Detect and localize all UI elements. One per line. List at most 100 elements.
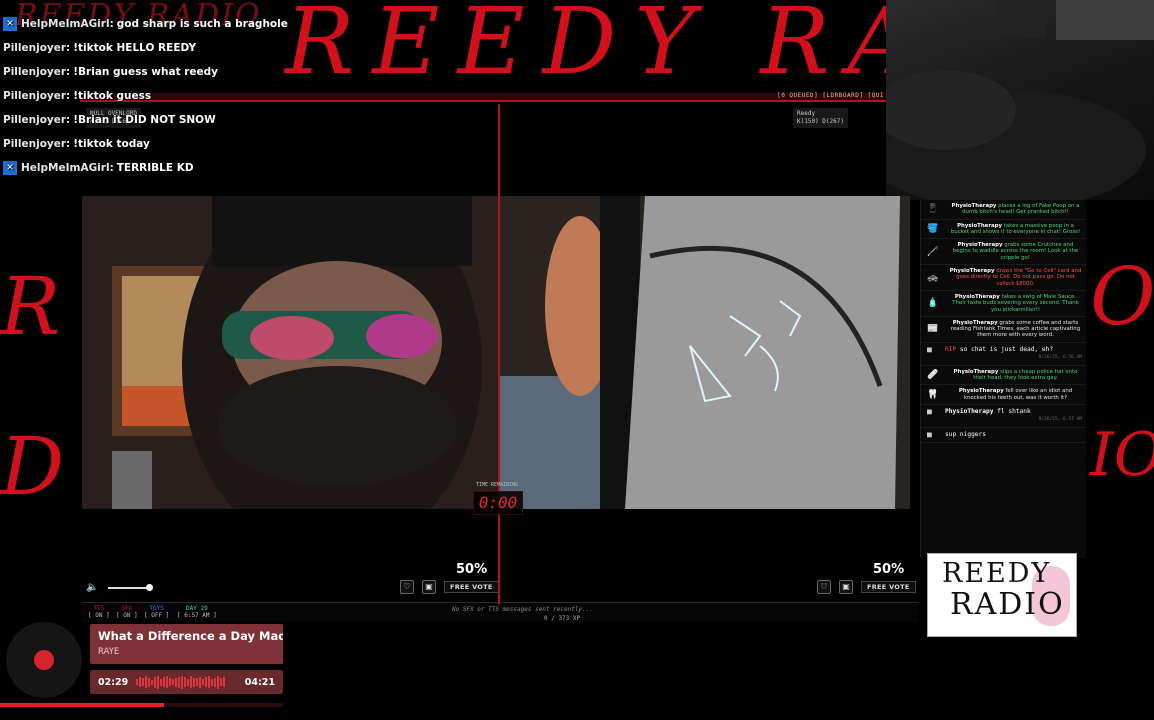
heart-icon[interactable]: ♡: [817, 580, 831, 594]
waveform-bar: [205, 677, 207, 687]
left-vote-percent: 50%: [456, 562, 488, 577]
lock-icon[interactable]: ▣: [839, 580, 853, 594]
waveform-bar: [193, 677, 195, 687]
chat-nick: Pillenjoyer:: [3, 90, 71, 102]
waveform-bar: [196, 678, 198, 686]
feed-user: PhysioTherapy: [953, 368, 999, 375]
feed-action-text: PhysioTherapy places a log of Fake Poop …: [952, 203, 1080, 215]
volume-slider[interactable]: [108, 583, 154, 591]
waveform-bar: [142, 678, 144, 686]
chat-message: ✕ HelpMeImAGirl: TERRIBLE KD: [0, 156, 400, 180]
status-toggle-day-29[interactable]: DAY 29[ 6:57 AM ]: [177, 605, 217, 619]
chat-message: Pillenjoyer: !Brian guess what reedy: [0, 60, 400, 84]
platform-badge-icon: ✕: [3, 17, 17, 31]
waveform-bar: [223, 677, 225, 687]
status-state: [ OFF ]: [144, 612, 170, 619]
feed-user: PhysioTherapy: [954, 293, 1000, 300]
background-scrawl-letter: D: [0, 420, 65, 513]
status-name: SFX: [121, 605, 133, 612]
feed-action: 🩹 PhysioTherapy slips a cheap police hat …: [921, 366, 1086, 386]
item-icon: 🪣: [927, 223, 939, 234]
waveform-bar: [220, 678, 222, 686]
timer-label: TIME REMAINING: [476, 482, 519, 488]
waveform-bar: [145, 676, 147, 688]
left-camera-scene: [82, 196, 498, 509]
song-duration: 04:21: [244, 677, 275, 688]
background-scrawl-letter: R: [0, 260, 61, 353]
chat-message: ✕ HelpMeImAGirl: god sharp is such a bragh…: [0, 12, 400, 36]
feed-action: 📰 PhysioTherapy grabs some coffee and sta…: [921, 317, 1086, 343]
item-icon: 📱: [927, 204, 939, 215]
feed-chat-text: sup niggers: [945, 430, 986, 438]
volume-slider-knob[interactable]: [146, 583, 154, 591]
waveform-bar: [160, 678, 162, 686]
status-state: [ 6:57 AM ]: [177, 612, 217, 619]
speaker-icon[interactable]: 🔈: [86, 582, 98, 593]
volume-control[interactable]: 🔈: [86, 582, 154, 593]
xp-progress: 0 / 373 XP: [544, 615, 581, 622]
feed-user: PhysioTherapy: [958, 388, 1004, 395]
streamer-webcam: [886, 0, 1154, 200]
waveform-bar: [199, 676, 201, 688]
feed-action: 🪣 PhysioTherapy takes a massive poop in a…: [921, 220, 1086, 240]
status-toggle-sfx[interactable]: SFX[ ON ]: [116, 605, 138, 619]
user-icon: ■: [927, 406, 932, 416]
feed-user: PhysioTherapy: [957, 242, 1003, 249]
waveform-bar: [181, 675, 183, 689]
song-artist: RAYE: [98, 647, 120, 657]
user-icon: ■: [927, 429, 932, 439]
album-art: [6, 622, 82, 698]
song-progress-bar[interactable]: [0, 703, 283, 707]
waveform-bar: [166, 676, 168, 688]
item-icon: 🩹: [927, 370, 939, 381]
feed-action-text: PhysioTherapy fell over like an idiot an…: [959, 388, 1072, 400]
waveform-bar: [178, 676, 180, 688]
feed-user: PhysioTherapy: [952, 319, 998, 326]
feed-action-text: PhysioTherapy slips a cheap police hat o…: [954, 369, 1078, 381]
chat-nick: Pillenjoyer:: [3, 42, 71, 54]
chat-text: !Brian it DID NOT SNOW: [73, 114, 216, 126]
feed-user: PhysioTherapy: [957, 222, 1002, 229]
status-toggle-tts[interactable]: TTS[ ON ]: [88, 605, 110, 619]
status-toggle-toys[interactable]: TOYS[ OFF ]: [144, 605, 169, 619]
waveform-bar: [163, 677, 165, 687]
chat-text: !tiktok today: [73, 138, 150, 150]
user-icon: ■: [927, 344, 932, 354]
logo-line-1: REEDY: [942, 558, 1052, 589]
right-camera-feed: [500, 196, 910, 509]
heart-icon[interactable]: ♡: [400, 580, 414, 594]
logo-line-2: RADIO: [950, 587, 1065, 622]
feed-action: 🧴 PhysioTherapy takes a swig of Male Sauc…: [921, 291, 1086, 317]
right-player-tag: Reedy K(150) D(267): [793, 108, 848, 128]
waveform-bar: [148, 677, 150, 687]
status-message: No SFX or TTS messages sent recently...: [452, 606, 593, 613]
status-name: DAY 29: [186, 605, 208, 612]
left-free-vote-button[interactable]: FREE VOTE: [444, 581, 499, 593]
status-name: TOYS: [149, 605, 164, 612]
waveform-bar: [139, 677, 141, 687]
waveform-bar: [172, 679, 174, 685]
feed-action-text: PhysioTherapy takes a swig of Male Sauce…: [952, 294, 1079, 313]
queue-leaderboard-links[interactable]: [0 QUEUED] [LDRBOARD] [QUI: [777, 92, 884, 99]
feed-chat-nick: PhysioTherapy: [945, 407, 994, 415]
waveform-bar: [190, 676, 192, 688]
waveform-bar: [214, 677, 216, 687]
waveform-bar: [184, 677, 186, 687]
feed-chat-message: ■ RIP so chat is just dead, eh? 9/26/25, 6…: [921, 343, 1086, 366]
right-free-vote-button[interactable]: FREE VOTE: [861, 581, 916, 593]
chat-text: !tiktok guess: [73, 90, 152, 102]
chat-message: Pillenjoyer: !tiktok today: [0, 132, 400, 156]
status-name: TTS: [93, 605, 105, 612]
feed-action-text: PhysioTherapy grabs some Crutches and be…: [953, 242, 1079, 261]
waveform[interactable]: [136, 675, 236, 689]
webcam-scene: [886, 0, 1154, 200]
right-vote-controls: ♡ ▣ FREE VOTE: [817, 580, 916, 594]
chat-message: Pillenjoyer: !tiktok guess: [0, 84, 400, 108]
song-title: What a Difference a Day Made: [98, 629, 283, 643]
lock-icon[interactable]: ▣: [422, 580, 436, 594]
waveform-bar: [202, 679, 204, 685]
chat-text: TERRIBLE KD: [116, 162, 194, 174]
right-vote-percent: 50%: [873, 562, 905, 577]
activity-feed: 📱 PhysioTherapy places a log of Fake Poop…: [920, 200, 1086, 558]
center-divider: [498, 104, 500, 604]
